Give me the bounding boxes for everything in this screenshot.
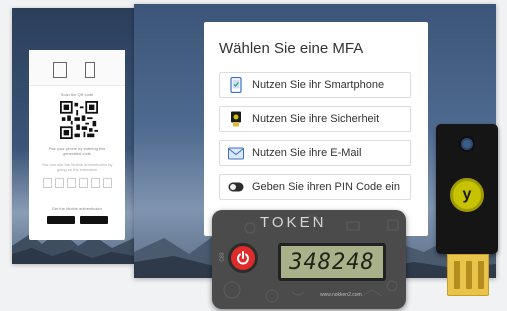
mfa-title: Wählen Sie eine MFA — [219, 40, 364, 57]
pair-note: You can use the Mobile authenticator by … — [41, 162, 113, 172]
get-app-label: Get the Mobile authenticator — [51, 206, 103, 211]
app-store-badge[interactable] — [80, 216, 108, 224]
pair-instructions: Pair your phone by entering this generat… — [48, 146, 106, 156]
mfa-option-label: Nutzen Sie ihre Sicherheit — [252, 113, 380, 125]
token-url: www.nokken2.com — [320, 292, 362, 298]
code-digit-box[interactable] — [91, 178, 100, 188]
hardware-token: TOKEN C83 348248 www.nokken2.com — [212, 210, 406, 309]
qr-pairing-screen: Scan the QR code Pair your phone by ente… — [12, 8, 134, 264]
usb-connector — [447, 254, 489, 296]
email-icon — [228, 145, 244, 161]
code-digit-box[interactable] — [43, 178, 52, 188]
mfa-option-label: Nutzen Sie ihre E-Mail — [252, 147, 362, 159]
laptop-icon — [53, 62, 67, 78]
security-key-icon — [228, 111, 244, 127]
mfa-option-security-key[interactable]: Nutzen Sie ihre Sicherheit — [219, 106, 411, 132]
qr-code — [60, 101, 98, 139]
mfa-option-smartphone[interactable]: Nutzen Sie ihr Smartphone — [219, 72, 411, 98]
code-inputs[interactable] — [43, 178, 112, 188]
mfa-option-label: Nutzen Sie ihr Smartphone — [252, 79, 385, 91]
pin-code-icon — [228, 179, 244, 195]
code-digit-box[interactable] — [67, 178, 76, 188]
security-key: y — [436, 124, 498, 254]
key-logo: y — [462, 186, 472, 203]
keyring-hole — [459, 136, 475, 152]
code-digit-box[interactable] — [55, 178, 64, 188]
scan-label: Scan the QR code — [60, 92, 94, 97]
touch-sensor[interactable]: y — [450, 178, 484, 212]
smartphone-icon — [228, 77, 244, 93]
token-code-display: 348248 — [278, 243, 386, 281]
phone-icon — [85, 62, 95, 78]
power-icon — [237, 251, 249, 265]
mfa-selection-panel: Wählen Sie eine MFA Nutzen Sie ihr Smart… — [204, 22, 428, 236]
mfa-option-label: Geben Sie ihren PIN Code ein — [252, 181, 400, 193]
qr-card-header — [29, 50, 125, 86]
mfa-option-pin-code[interactable]: Geben Sie ihren PIN Code ein — [219, 174, 411, 200]
code-digit-box[interactable] — [79, 178, 88, 188]
google-play-badge[interactable] — [47, 216, 75, 224]
store-buttons — [47, 216, 108, 224]
power-button[interactable] — [228, 243, 258, 273]
token-side-label: C83 — [219, 252, 226, 262]
code-digit-box[interactable] — [103, 178, 112, 188]
token-brand: TOKEN — [260, 214, 327, 231]
mfa-option-email[interactable]: Nutzen Sie ihre E-Mail — [219, 140, 411, 166]
qr-card: Scan the QR code Pair your phone by ente… — [29, 50, 125, 240]
